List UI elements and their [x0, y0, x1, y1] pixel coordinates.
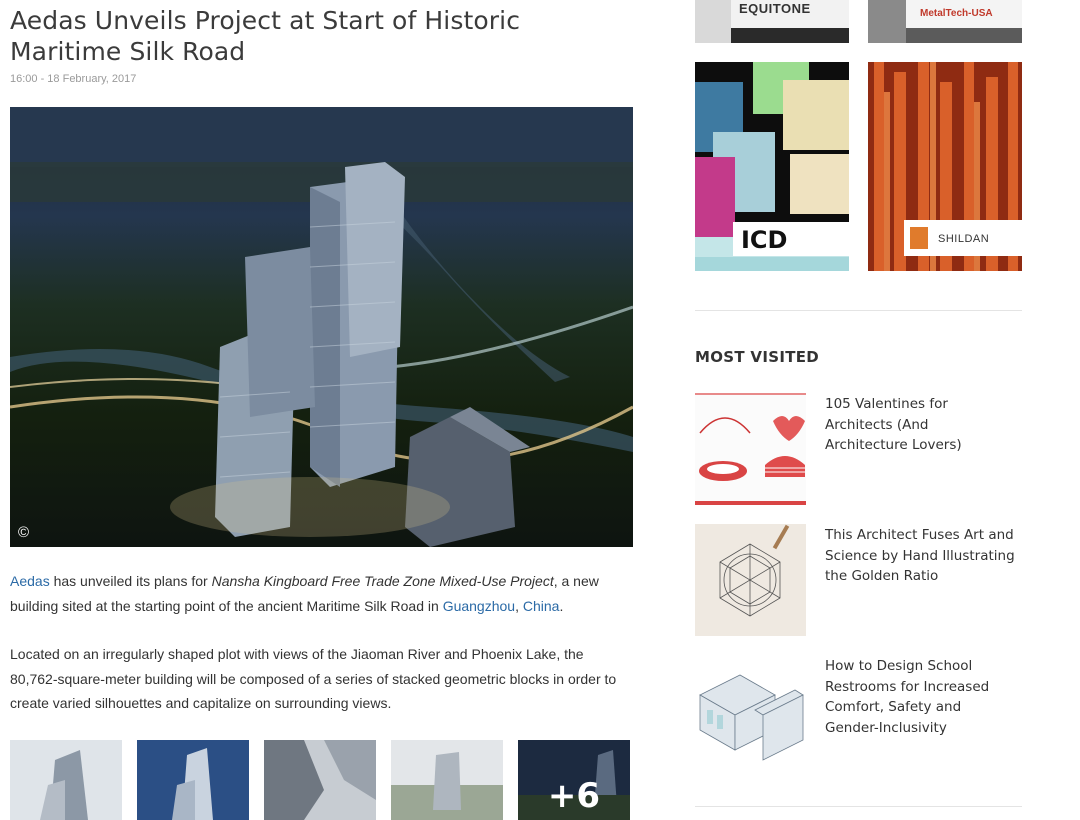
ad-equitone[interactable]: EQUITONE	[695, 0, 849, 43]
article: Aedas Unveils Project at Start of Histor…	[10, 0, 634, 820]
guangzhou-link[interactable]: Guangzhou	[443, 598, 515, 614]
gallery-more-count: +6	[547, 776, 601, 816]
most-visited-title: MOST VISITED	[695, 348, 820, 366]
ad-metaltech[interactable]: MetalTech-USA	[868, 0, 1022, 43]
article-paragraph-2: Located on an irregularly shaped plot wi…	[10, 646, 617, 711]
paragraph-text: ,	[515, 597, 523, 614]
article-paragraph-1: Aedas has unveiled its plans for Nansha …	[10, 569, 634, 618]
hero-render-illustration	[10, 107, 633, 547]
sidebar-divider-top	[695, 310, 1022, 311]
paragraph-text: .	[559, 597, 564, 614]
gallery-thumb-2[interactable]	[137, 740, 249, 820]
hero-image[interactable]: ©	[10, 107, 633, 547]
project-name: Nansha Kingboard Free Trade Zone Mixed-U…	[211, 573, 554, 589]
gallery-thumb-1[interactable]	[10, 740, 122, 820]
sidebar-divider-bottom	[695, 806, 1022, 807]
gallery-thumb-3[interactable]	[264, 740, 376, 820]
most-visited-thumb[interactable]	[695, 393, 806, 505]
most-visited-title-link[interactable]: This Architect Fuses Art and Science by …	[825, 525, 1015, 587]
copyright-icon: ©	[18, 524, 30, 541]
most-visited-item[interactable]: 105 Valentines for Architects (And Archi…	[695, 393, 1022, 505]
most-visited-title-link[interactable]: 105 Valentines for Architects (And Archi…	[825, 394, 1015, 456]
shildan-logo: SHILDAN	[938, 233, 990, 245]
article-title: Aedas Unveils Project at Start of Histor…	[10, 6, 521, 66]
gallery-thumb-4[interactable]	[391, 740, 503, 820]
equitone-logo: EQUITONE	[739, 1, 811, 16]
most-visited-thumb[interactable]	[695, 655, 806, 767]
gallery-thumbnails: +6	[10, 740, 630, 820]
most-visited-title-link[interactable]: How to Design School Restrooms for Incre…	[825, 656, 1015, 738]
most-visited-thumb[interactable]	[695, 524, 806, 636]
china-link[interactable]: China	[523, 598, 560, 614]
paragraph-text: has unveiled its plans for	[49, 573, 212, 589]
metaltech-logo: MetalTech-USA	[920, 8, 993, 19]
most-visited-item[interactable]: How to Design School Restrooms for Incre…	[695, 655, 1022, 767]
article-date: 16:00 - 18 February, 2017	[10, 73, 137, 85]
ad-icd[interactable]: ICD	[695, 62, 849, 271]
icd-logo: ICD	[741, 226, 788, 254]
most-visited-item[interactable]: This Architect Fuses Art and Science by …	[695, 524, 1022, 636]
ad-shildan[interactable]: SHILDAN	[868, 62, 1022, 271]
aedas-link[interactable]: Aedas	[10, 573, 50, 589]
gallery-thumb-more[interactable]: +6	[518, 740, 630, 820]
